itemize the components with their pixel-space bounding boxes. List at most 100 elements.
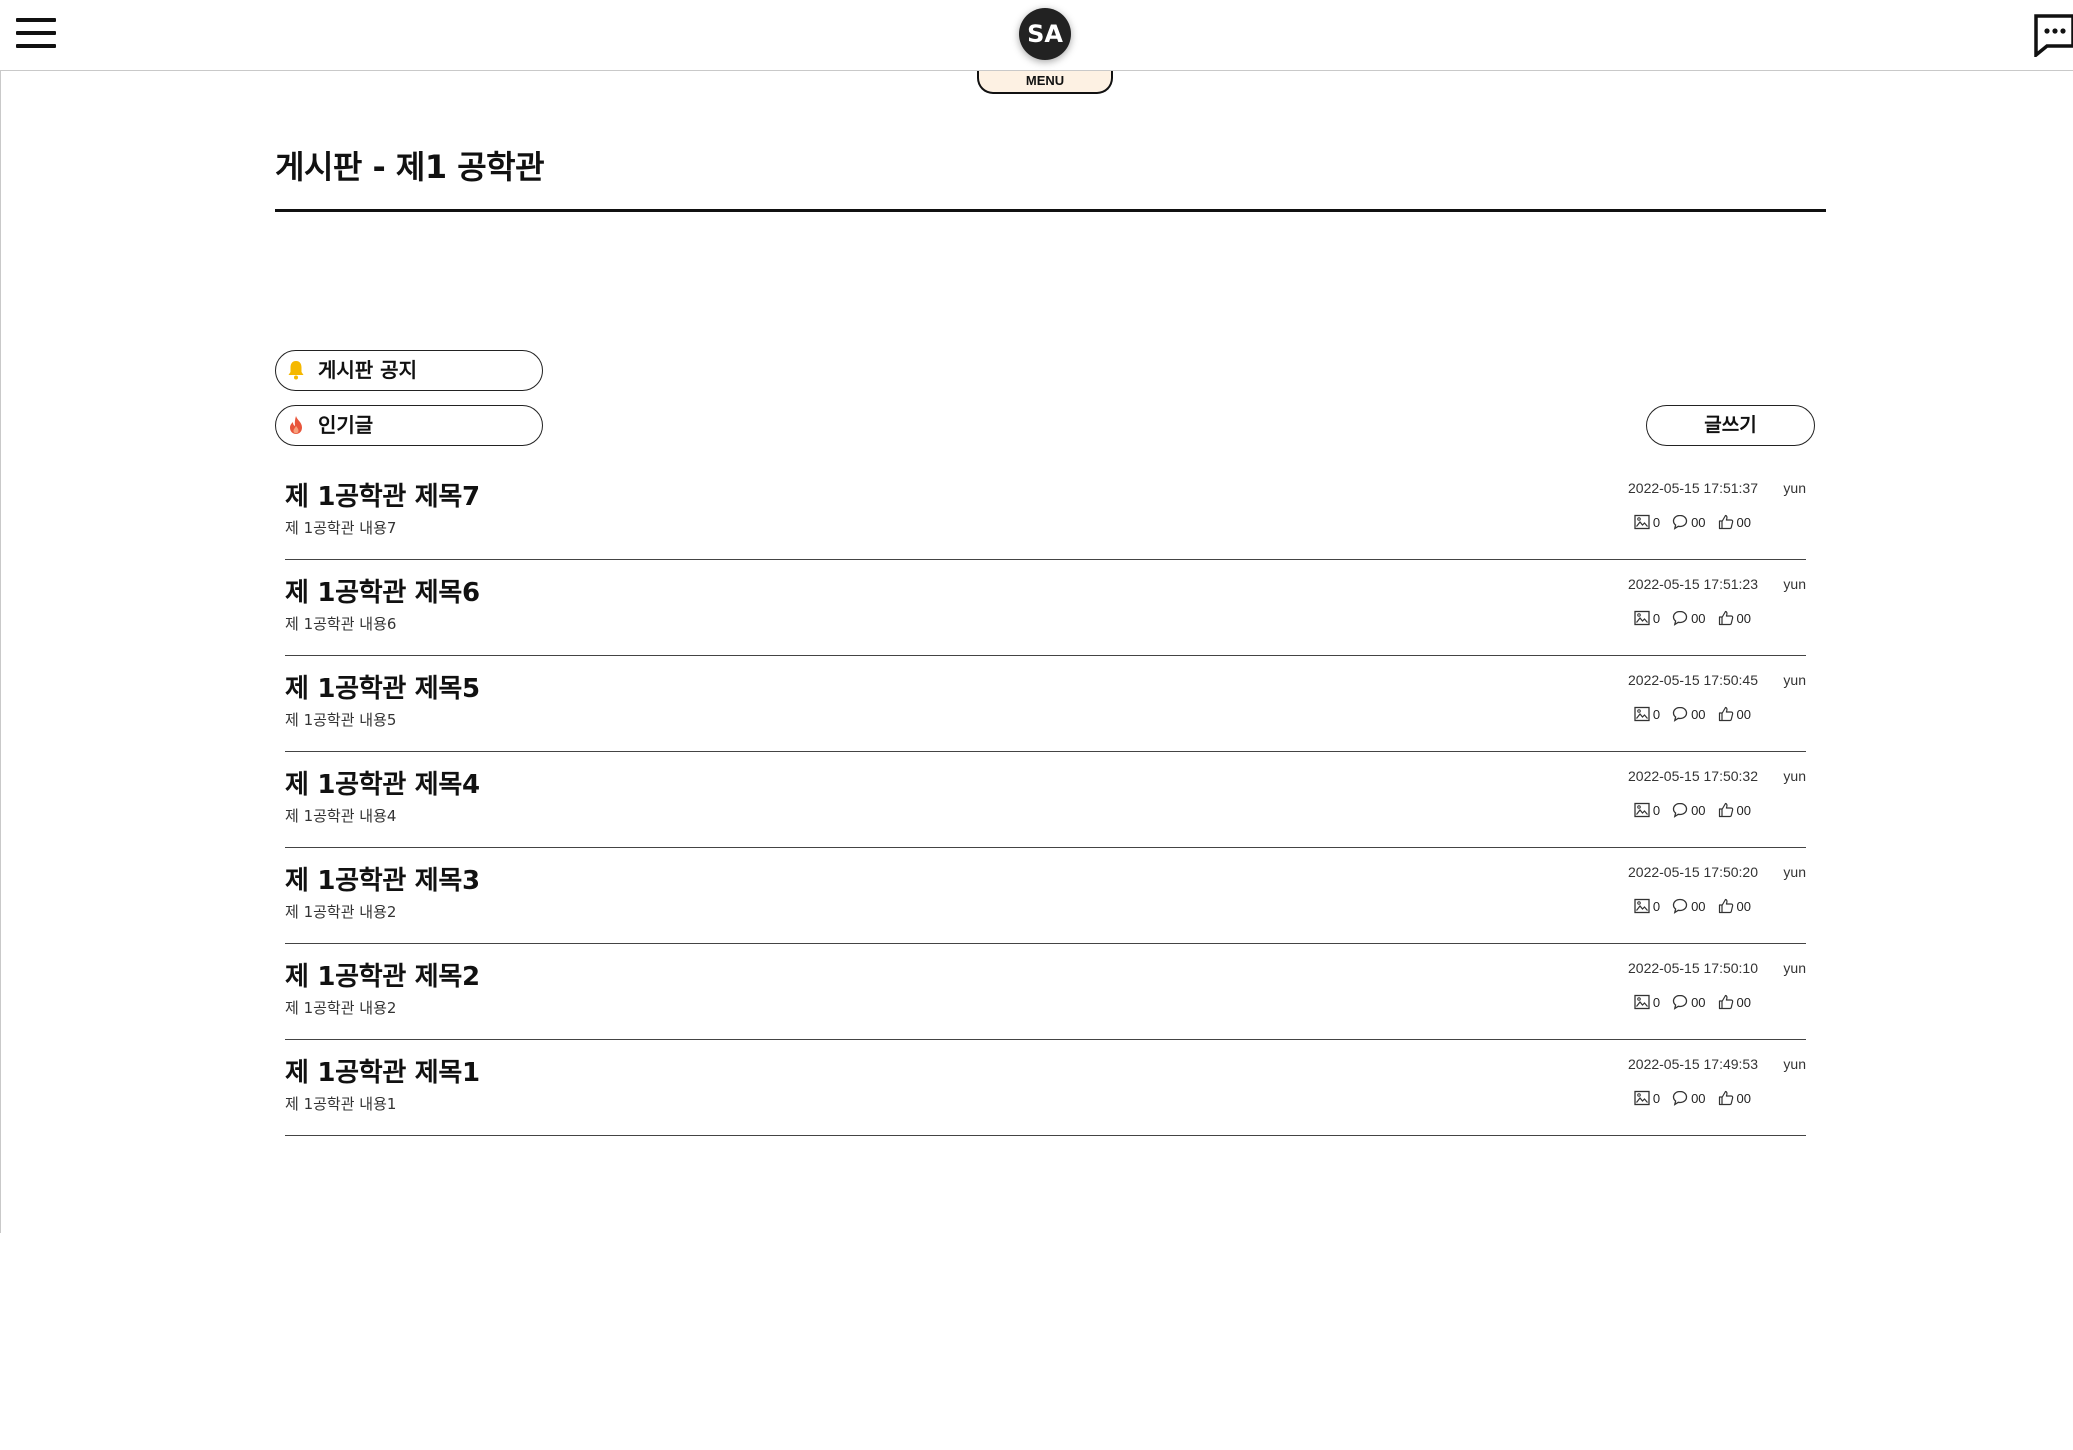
post-title[interactable]: 제 1공학관 제목6: [285, 572, 480, 609]
post-stats: 0 00 00: [1634, 898, 1751, 914]
post-date: 2022-05-15 17:50:20: [1628, 864, 1758, 880]
hamburger-menu-icon[interactable]: [16, 18, 56, 48]
post-title[interactable]: 제 1공학관 제목2: [285, 956, 480, 993]
comment-count: 00: [1691, 1090, 1706, 1106]
like-count: 00: [1736, 514, 1751, 530]
board-notice-label: 게시판 공지: [318, 358, 417, 382]
popular-posts-button[interactable]: 인기글: [275, 405, 543, 446]
post-stats: 0 00 00: [1634, 1090, 1751, 1106]
post-excerpt: 제 1공학관 내용2: [285, 903, 397, 921]
post-stats: 0 00 00: [1634, 706, 1751, 722]
site-logo[interactable]: SA: [1019, 8, 1071, 60]
image-icon: [1634, 514, 1650, 530]
page-title: 게시판 - 제1 공학관: [275, 148, 545, 186]
post-excerpt: 제 1공학관 내용2: [285, 999, 397, 1017]
image-icon: [1634, 802, 1650, 818]
thumbs-up-icon: [1718, 994, 1733, 1010]
post-date: 2022-05-15 17:51:23: [1628, 576, 1758, 592]
post-excerpt: 제 1공학관 내용1: [285, 1095, 397, 1113]
comment-icon: [1672, 706, 1688, 722]
like-count: 00: [1736, 802, 1751, 818]
write-post-button[interactable]: 글쓰기: [1646, 405, 1815, 446]
chat-icon[interactable]: [2033, 13, 2073, 57]
post-item[interactable]: 제 1공학관 제목7 제 1공학관 내용7 2022-05-15 17:51:3…: [285, 464, 1806, 560]
image-icon: [1634, 610, 1650, 626]
post-excerpt: 제 1공학관 내용6: [285, 615, 397, 633]
comment-count: 00: [1691, 610, 1706, 626]
post-title[interactable]: 제 1공학관 제목5: [285, 668, 480, 705]
post-item[interactable]: 제 1공학관 제목4 제 1공학관 내용4 2022-05-15 17:50:3…: [285, 752, 1806, 848]
comment-icon: [1672, 514, 1688, 530]
image-icon: [1634, 1090, 1650, 1106]
post-author: yun: [1783, 576, 1806, 592]
comment-icon: [1672, 1090, 1688, 1106]
post-date: 2022-05-15 17:50:10: [1628, 960, 1758, 976]
like-count: 00: [1736, 610, 1751, 626]
post-author: yun: [1783, 768, 1806, 784]
comment-count: 00: [1691, 994, 1706, 1010]
bell-icon: [288, 361, 304, 380]
post-item[interactable]: 제 1공학관 제목5 제 1공학관 내용5 2022-05-15 17:50:4…: [285, 656, 1806, 752]
post-item[interactable]: 제 1공학관 제목2 제 1공학관 내용2 2022-05-15 17:50:1…: [285, 944, 1806, 1040]
image-icon: [1634, 994, 1650, 1010]
image-icon: [1634, 706, 1650, 722]
post-author: yun: [1783, 960, 1806, 976]
comment-icon: [1672, 610, 1688, 626]
post-excerpt: 제 1공학관 내용4: [285, 807, 397, 825]
title-divider: [275, 209, 1826, 212]
comment-count: 00: [1691, 802, 1706, 818]
thumbs-up-icon: [1718, 706, 1733, 722]
post-title[interactable]: 제 1공학관 제목7: [285, 476, 480, 513]
board-notice-button[interactable]: 게시판 공지: [275, 350, 543, 391]
comment-icon: [1672, 802, 1688, 818]
post-item[interactable]: 제 1공학관 제목6 제 1공학관 내용6 2022-05-15 17:51:2…: [285, 560, 1806, 656]
post-title[interactable]: 제 1공학관 제목4: [285, 764, 480, 801]
image-count: 0: [1652, 802, 1661, 818]
image-count: 0: [1652, 514, 1661, 530]
popular-posts-label: 인기글: [318, 413, 374, 437]
image-count: 0: [1652, 610, 1661, 626]
post-date: 2022-05-15 17:51:37: [1628, 480, 1758, 496]
post-stats: 0 00 00: [1634, 994, 1751, 1010]
post-title[interactable]: 제 1공학관 제목1: [285, 1052, 480, 1089]
thumbs-up-icon: [1718, 1090, 1733, 1106]
post-date: 2022-05-15 17:49:53: [1628, 1056, 1758, 1072]
image-count: 0: [1652, 706, 1661, 722]
comment-count: 00: [1691, 898, 1706, 914]
top-header: SA: [0, 0, 2073, 71]
image-count: 0: [1652, 898, 1661, 914]
fire-icon: [290, 416, 302, 434]
image-icon: [1634, 898, 1650, 914]
post-date: 2022-05-15 17:50:45: [1628, 672, 1758, 688]
comment-icon: [1672, 898, 1688, 914]
comment-count: 00: [1691, 706, 1706, 722]
post-item[interactable]: 제 1공학관 제목1 제 1공학관 내용1 2022-05-15 17:49:5…: [285, 1040, 1806, 1136]
like-count: 00: [1736, 994, 1751, 1010]
image-count: 0: [1652, 1090, 1661, 1106]
post-item[interactable]: 제 1공학관 제목3 제 1공학관 내용2 2022-05-15 17:50:2…: [285, 848, 1806, 944]
post-date: 2022-05-15 17:50:32: [1628, 768, 1758, 784]
like-count: 00: [1736, 1090, 1751, 1106]
post-stats: 0 00 00: [1634, 802, 1751, 818]
post-author: yun: [1783, 1056, 1806, 1072]
post-author: yun: [1783, 672, 1806, 688]
post-stats: 0 00 00: [1634, 514, 1751, 530]
post-title[interactable]: 제 1공학관 제목3: [285, 860, 480, 897]
thumbs-up-icon: [1718, 898, 1733, 914]
post-stats: 0 00 00: [1634, 610, 1751, 626]
page-left-border: [0, 71, 1, 1233]
post-author: yun: [1783, 864, 1806, 880]
post-list: 제 1공학관 제목7 제 1공학관 내용7 2022-05-15 17:51:3…: [285, 464, 1806, 1136]
image-count: 0: [1652, 994, 1661, 1010]
thumbs-up-icon: [1718, 802, 1733, 818]
thumbs-up-icon: [1718, 610, 1733, 626]
post-excerpt: 제 1공학관 내용7: [285, 519, 397, 537]
thumbs-up-icon: [1718, 514, 1733, 530]
like-count: 00: [1736, 706, 1751, 722]
like-count: 00: [1736, 898, 1751, 914]
comment-icon: [1672, 994, 1688, 1010]
comment-count: 00: [1691, 514, 1706, 530]
post-excerpt: 제 1공학관 내용5: [285, 711, 397, 729]
post-author: yun: [1783, 480, 1806, 496]
menu-tab-button[interactable]: MENU: [977, 71, 1113, 94]
